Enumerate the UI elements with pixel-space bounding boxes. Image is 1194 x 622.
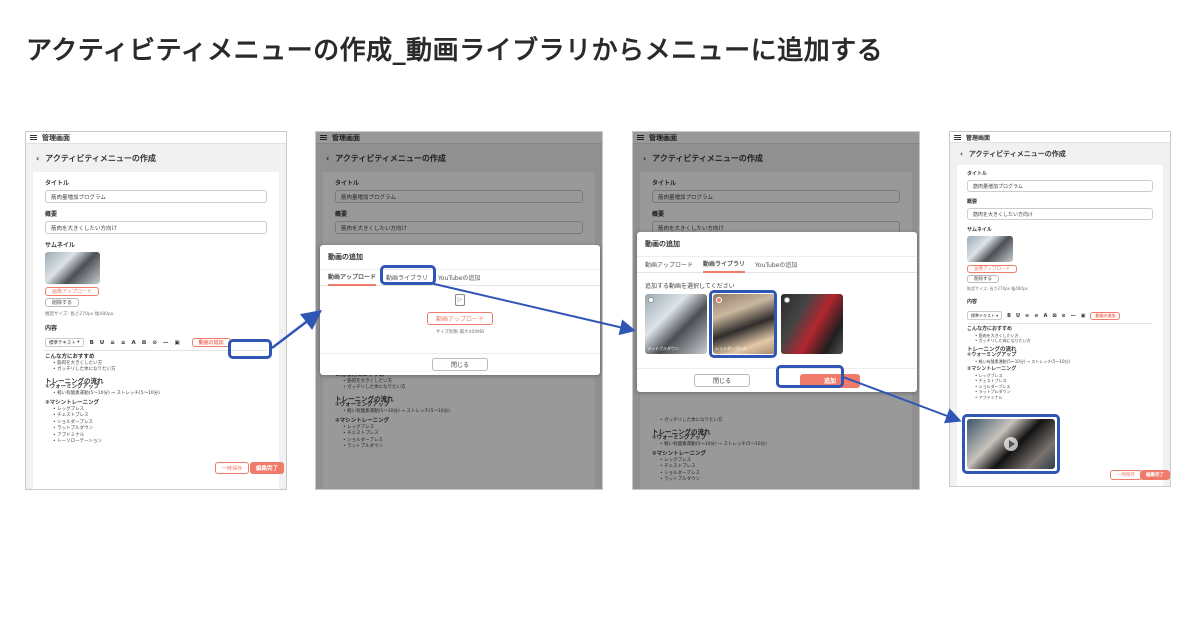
- arrow-3: [842, 376, 962, 424]
- flow-arrows: [271, 282, 962, 424]
- arrow-2: [429, 282, 636, 336]
- arrow-1: [271, 309, 322, 349]
